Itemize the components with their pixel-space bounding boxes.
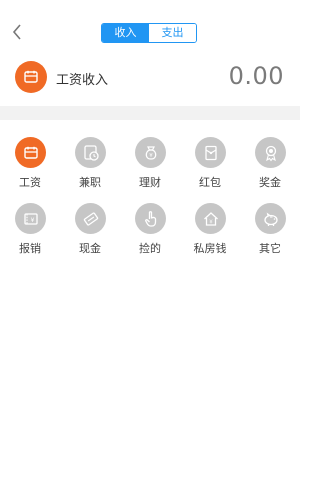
chevron-left-icon	[12, 24, 21, 40]
top-bar: 收入 支出	[0, 0, 300, 52]
category-item-other[interactable]: 其它	[240, 203, 300, 263]
calendar-wallet-icon	[15, 137, 46, 168]
red-envelope-icon	[195, 137, 226, 168]
selected-category-summary: 工资收入 0.00	[0, 52, 300, 106]
category-label: 工资	[19, 176, 41, 189]
category-label: 理财	[139, 176, 161, 189]
cash-note-icon	[75, 203, 106, 234]
category-item-finance[interactable]: ¥ 理财	[120, 137, 180, 197]
calendar-wallet-icon	[15, 61, 47, 93]
category-item-salary[interactable]: 工资	[0, 137, 60, 197]
hand-pointer-icon	[135, 203, 166, 234]
category-label: 其它	[259, 242, 281, 255]
category-item-found[interactable]: 捡的	[120, 203, 180, 263]
svg-text:¥: ¥	[209, 219, 213, 225]
piggy-bank-icon	[255, 203, 286, 234]
category-item-redpacket[interactable]: 红包	[180, 137, 240, 197]
tab-expense[interactable]: 支出	[149, 24, 196, 42]
category-label: 红包	[199, 176, 221, 189]
tab-income[interactable]: 收入	[102, 24, 149, 42]
category-label: 奖金	[259, 176, 281, 189]
section-divider	[0, 106, 300, 120]
category-item-parttime[interactable]: 兼职	[60, 137, 120, 197]
svg-text:¥: ¥	[149, 153, 153, 159]
category-label: 兼职	[79, 176, 101, 189]
summary-label: 工资收入	[56, 73, 109, 88]
income-expense-toggle[interactable]: 收入 支出	[101, 23, 197, 43]
category-item-cash[interactable]: 现金	[60, 203, 120, 263]
category-item-reimbursement[interactable]: ¥ 报销	[0, 203, 60, 263]
category-label: 私房钱	[193, 242, 227, 255]
category-item-bonus[interactable]: 奖金	[240, 137, 300, 197]
money-bag-icon: ¥	[135, 137, 166, 168]
back-button[interactable]	[8, 21, 26, 43]
category-label: 现金	[79, 242, 101, 255]
clock-icon	[75, 137, 106, 168]
svg-text:¥: ¥	[30, 217, 34, 224]
category-label: 捡的	[139, 242, 161, 255]
receipt-icon: ¥	[15, 203, 46, 234]
award-medal-icon	[255, 137, 286, 168]
category-label: 报销	[19, 242, 41, 255]
house-money-icon: ¥	[195, 203, 226, 234]
amount-display[interactable]: 0.00	[229, 62, 284, 90]
category-item-private-money[interactable]: ¥ 私房钱	[180, 203, 240, 263]
